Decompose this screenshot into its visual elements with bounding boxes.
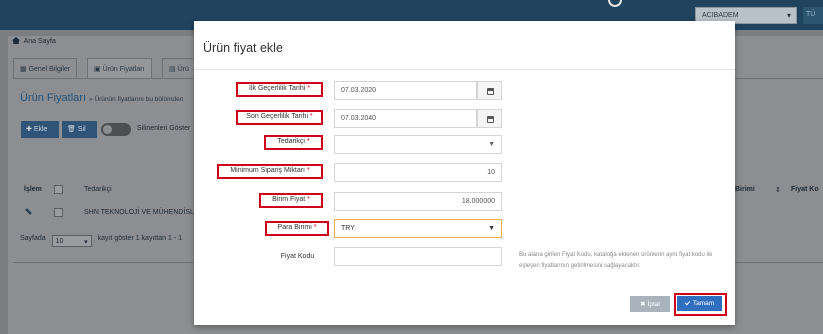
unit-price-input[interactable]: 18.000000 <box>334 192 502 211</box>
add-button[interactable]: ✚ Ekle <box>21 121 59 138</box>
breadcrumb[interactable]: Ana Sayfa <box>12 37 56 45</box>
end-date-input[interactable]: 07.03.2040 <box>334 109 477 128</box>
calendar-icon <box>487 116 494 123</box>
tab-product-prices[interactable]: ▣ Ürün Fiyatları <box>87 58 152 78</box>
add-price-modal: Ürün fiyat ekle İlk Geçerlilik Tarihi * … <box>194 21 735 325</box>
pager-prefix: Sayfada <box>20 235 46 242</box>
label-text: Minimum Sipariş Miktarı <box>230 167 305 174</box>
required-mark: * <box>306 167 310 174</box>
required-mark: * <box>307 196 310 203</box>
home-icon <box>12 37 20 44</box>
start-date-calendar-button[interactable] <box>477 81 502 100</box>
breadcrumb-home[interactable]: Ana Sayfa <box>24 38 56 45</box>
show-deleted-label: Silinenleri Göster <box>137 125 191 132</box>
chevron-down-icon: ▾ <box>84 239 88 246</box>
cancel-button[interactable]: ✖ İptal <box>630 296 670 312</box>
required-mark: * <box>313 224 317 231</box>
required-mark: * <box>309 113 313 120</box>
price-code-input[interactable] <box>334 247 502 266</box>
column-header-supplier[interactable]: Tedarikçi <box>84 186 112 193</box>
row-checkbox[interactable] <box>54 208 63 217</box>
user-menu[interactable]: TÜ <box>803 7 823 24</box>
modal-divider <box>194 69 735 70</box>
section-title: Ürün Fiyatları» Ürünün fiyatlarını bu bö… <box>20 92 183 104</box>
table-row: SHN TEKNOLOJİ VE MÜHENDİSLİ <box>84 209 196 216</box>
close-icon: ✖ <box>640 301 646 308</box>
ok-button-label: Tamam <box>692 300 715 307</box>
show-deleted-toggle[interactable] <box>101 123 131 136</box>
start-date-label: İlk Geçerlilik Tarihi * <box>236 82 323 97</box>
required-mark: * <box>306 138 310 145</box>
supplier-label: Tedarikçi * <box>264 135 323 150</box>
label-text: İlk Geçerlilik Tarihi <box>249 85 306 92</box>
required-mark: * <box>307 85 310 92</box>
supplier-select[interactable]: ▼ <box>334 135 502 154</box>
label-text: Tedarikçi <box>277 138 305 145</box>
tab-general-info[interactable]: ▦ Genel Bilgiler <box>13 58 78 78</box>
section-title-text: Ürün Fiyatları <box>20 92 87 104</box>
chevron-down-icon: ▼ <box>488 141 495 148</box>
chevron-down-icon: ▼ <box>488 225 495 232</box>
min-order-qty-input[interactable]: 10 <box>334 163 502 182</box>
tab-label: Ürü <box>177 66 189 73</box>
modal-title: Ürün fiyat ekle <box>203 41 283 55</box>
price-code-label: Fiyat Kodu <box>280 253 315 260</box>
branch-select-value: ACIBADEM <box>702 12 739 19</box>
add-button-label: Ekle <box>33 126 48 133</box>
tab-label: Ürün Fiyatları <box>102 66 145 73</box>
page-size-select[interactable]: 10 ▾ <box>51 235 92 247</box>
section-subtitle: » Ürünün fiyatlarını bu bölümden <box>89 96 184 103</box>
start-date-input[interactable]: 07.03.2020 <box>334 81 477 100</box>
label-text: Birim Fiyat <box>272 196 306 203</box>
calendar-icon <box>487 88 494 95</box>
delete-button-label: Sil <box>77 126 86 133</box>
tab-label: Genel Bilgiler <box>28 66 71 73</box>
column-header-action[interactable]: İşlem <box>24 186 42 193</box>
cancel-button-label: İptal <box>647 301 660 308</box>
notification-icon[interactable] <box>608 0 622 7</box>
check-icon <box>684 299 691 306</box>
end-date-label: Son Geçerlilik Tarihi * <box>236 110 323 125</box>
end-date-calendar-button[interactable] <box>477 109 502 128</box>
column-header-price-code[interactable]: Fiyat Ko <box>791 186 819 193</box>
pager: Sayfada 10 ▾ kayıt göster 1 kayıttan 1 -… <box>20 235 182 247</box>
column-header-unit[interactable]: Birimi <box>735 186 755 193</box>
unit-price-label: Birim Fiyat * <box>259 193 323 208</box>
delete-button[interactable]: 🗑 Sil <box>62 121 97 138</box>
label-text: Son Geçerlilik Tarihi <box>246 113 309 120</box>
ok-button-highlight: Tamam <box>674 293 727 316</box>
label-text: Para Birimi <box>277 224 312 231</box>
sort-icon[interactable]: ⇕ <box>775 186 781 194</box>
chevron-down-icon: ▾ <box>786 11 791 20</box>
min-order-qty-label: Minimum Sipariş Miktarı * <box>217 164 323 179</box>
currency-select[interactable]: TRY ▼ <box>334 219 502 238</box>
currency-label: Para Birimi * <box>265 221 329 236</box>
pager-suffix: kayıt göster 1 kayıttan 1 - 1 <box>97 235 183 242</box>
price-code-hint: Bu alana girilen Fiyat Kodu, kataloğa ek… <box>519 252 713 269</box>
select-all-checkbox[interactable] <box>54 185 63 194</box>
page-size-value: 10 <box>55 238 64 245</box>
tab-third[interactable]: ▤ Ürü <box>162 58 195 78</box>
ok-button[interactable]: Tamam <box>677 296 722 311</box>
currency-select-value: TRY <box>341 225 355 232</box>
